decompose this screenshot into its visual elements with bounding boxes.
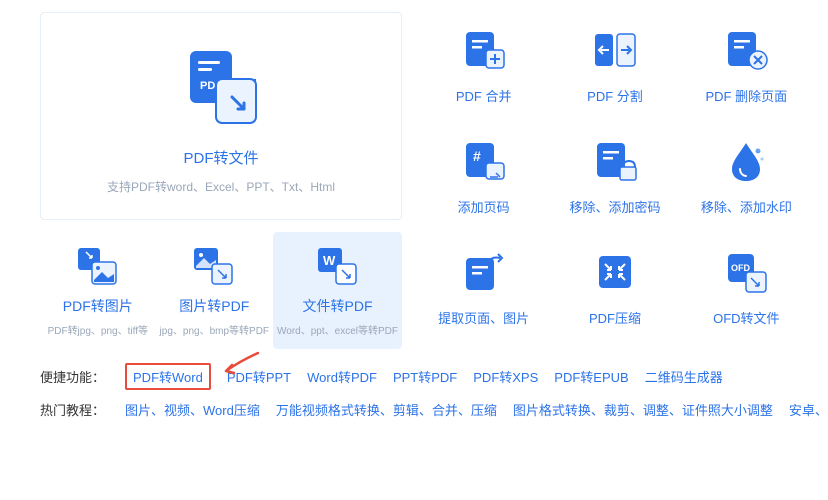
svg-text:W: W bbox=[323, 253, 336, 268]
water-drop-icon bbox=[720, 137, 772, 185]
quick-link[interactable]: PDF转XPS bbox=[473, 367, 538, 386]
hot-link[interactable]: 图片格式转换、裁剪、调整、证件照大小调整 bbox=[513, 400, 773, 419]
page-number-icon: # bbox=[458, 137, 510, 185]
quick-link[interactable]: PDF转EPUB bbox=[554, 367, 628, 386]
quick-link[interactable]: Word转PDF bbox=[307, 367, 377, 386]
lock-icon bbox=[589, 137, 641, 185]
tool-label: PDF 分割 bbox=[555, 86, 674, 105]
quick-link[interactable]: 二维码生成器 bbox=[645, 367, 723, 386]
quick-link[interactable]: PDF转PPT bbox=[227, 367, 291, 386]
pdf-convert-hero[interactable]: PDF PDF转文件 支持PDF转word、Excel、PPT、Txt、Html bbox=[40, 12, 402, 220]
word-pdf-icon: W bbox=[316, 246, 360, 286]
split-icon bbox=[589, 26, 641, 74]
image-pdf-icon bbox=[192, 246, 236, 286]
pdf-file-icon: PDF bbox=[176, 47, 266, 127]
delete-page-icon bbox=[720, 26, 772, 74]
tool-extract[interactable]: 提取页面、图片 bbox=[418, 234, 549, 345]
extract-icon bbox=[458, 248, 510, 296]
tool-pdf-merge[interactable]: PDF 合并 bbox=[418, 12, 549, 123]
tool-ofd-convert[interactable]: OFD OFD转文件 bbox=[681, 234, 812, 345]
tool-label: 移除、添加密码 bbox=[555, 197, 674, 216]
ofd-icon: OFD bbox=[720, 248, 772, 296]
sub-desc: jpg、png、bmp等转PDF bbox=[160, 322, 269, 337]
tool-watermark[interactable]: 移除、添加水印 bbox=[681, 123, 812, 234]
tool-label: PDF 合并 bbox=[424, 86, 543, 105]
sub-card-image-to-pdf[interactable]: 图片转PDF jpg、png、bmp等转PDF bbox=[156, 232, 273, 349]
hot-label: 热门教程： bbox=[40, 400, 105, 419]
tool-pdf-compress[interactable]: PDF压缩 bbox=[549, 234, 680, 345]
sub-title: PDF转图片 bbox=[44, 296, 152, 316]
svg-text:#: # bbox=[473, 148, 481, 164]
hot-link[interactable]: 图片、视频、Word压缩 bbox=[125, 400, 260, 419]
sub-title: 图片转PDF bbox=[160, 296, 269, 316]
sub-card-pdf-to-image[interactable]: PDF转图片 PDF转jpg、png、tiff等 bbox=[40, 232, 156, 349]
hot-tutorials-row: 热门教程： 图片、视频、Word压缩 万能视频格式转换、剪辑、合并、压缩 图片格… bbox=[40, 400, 812, 419]
sub-card-file-to-pdf[interactable]: W 文件转PDF Word、ppt、excel等转PDF bbox=[273, 232, 402, 349]
quick-links-row: 便捷功能： PDF转Word PDF转PPT Word转PDF PPT转PDF … bbox=[40, 363, 812, 390]
tool-add-page-number[interactable]: # 添加页码 bbox=[418, 123, 549, 234]
tool-label: 添加页码 bbox=[424, 197, 543, 216]
tool-label: 提取页面、图片 bbox=[424, 308, 543, 327]
quick-link[interactable]: PPT转PDF bbox=[393, 367, 457, 386]
quick-label: 便捷功能： bbox=[40, 367, 105, 386]
tool-label: OFD转文件 bbox=[687, 308, 806, 327]
tool-pdf-split[interactable]: PDF 分割 bbox=[549, 12, 680, 123]
tool-label: PDF压缩 bbox=[555, 308, 674, 327]
merge-icon bbox=[458, 26, 510, 74]
tool-password[interactable]: 移除、添加密码 bbox=[549, 123, 680, 234]
hero-subtitle: 支持PDF转word、Excel、PPT、Txt、Html bbox=[53, 178, 389, 195]
sub-title: 文件转PDF bbox=[277, 296, 398, 316]
sub-desc: Word、ppt、excel等转PDF bbox=[277, 322, 398, 337]
tool-label: PDF 删除页面 bbox=[687, 86, 806, 105]
tool-label: 移除、添加水印 bbox=[687, 197, 806, 216]
sub-desc: PDF转jpg、png、tiff等 bbox=[44, 322, 152, 337]
hero-title: PDF转文件 bbox=[53, 147, 389, 168]
quick-link-pdf-to-word[interactable]: PDF转Word bbox=[125, 363, 211, 390]
hot-link[interactable]: 万能视频格式转换、剪辑、合并、压缩 bbox=[276, 400, 497, 419]
tool-pdf-delete-page[interactable]: PDF 删除页面 bbox=[681, 12, 812, 123]
compress-icon bbox=[589, 248, 641, 296]
pdf-image-icon bbox=[76, 246, 120, 286]
hot-link[interactable]: 安卓、苹果手机投屏到 bbox=[789, 400, 828, 419]
